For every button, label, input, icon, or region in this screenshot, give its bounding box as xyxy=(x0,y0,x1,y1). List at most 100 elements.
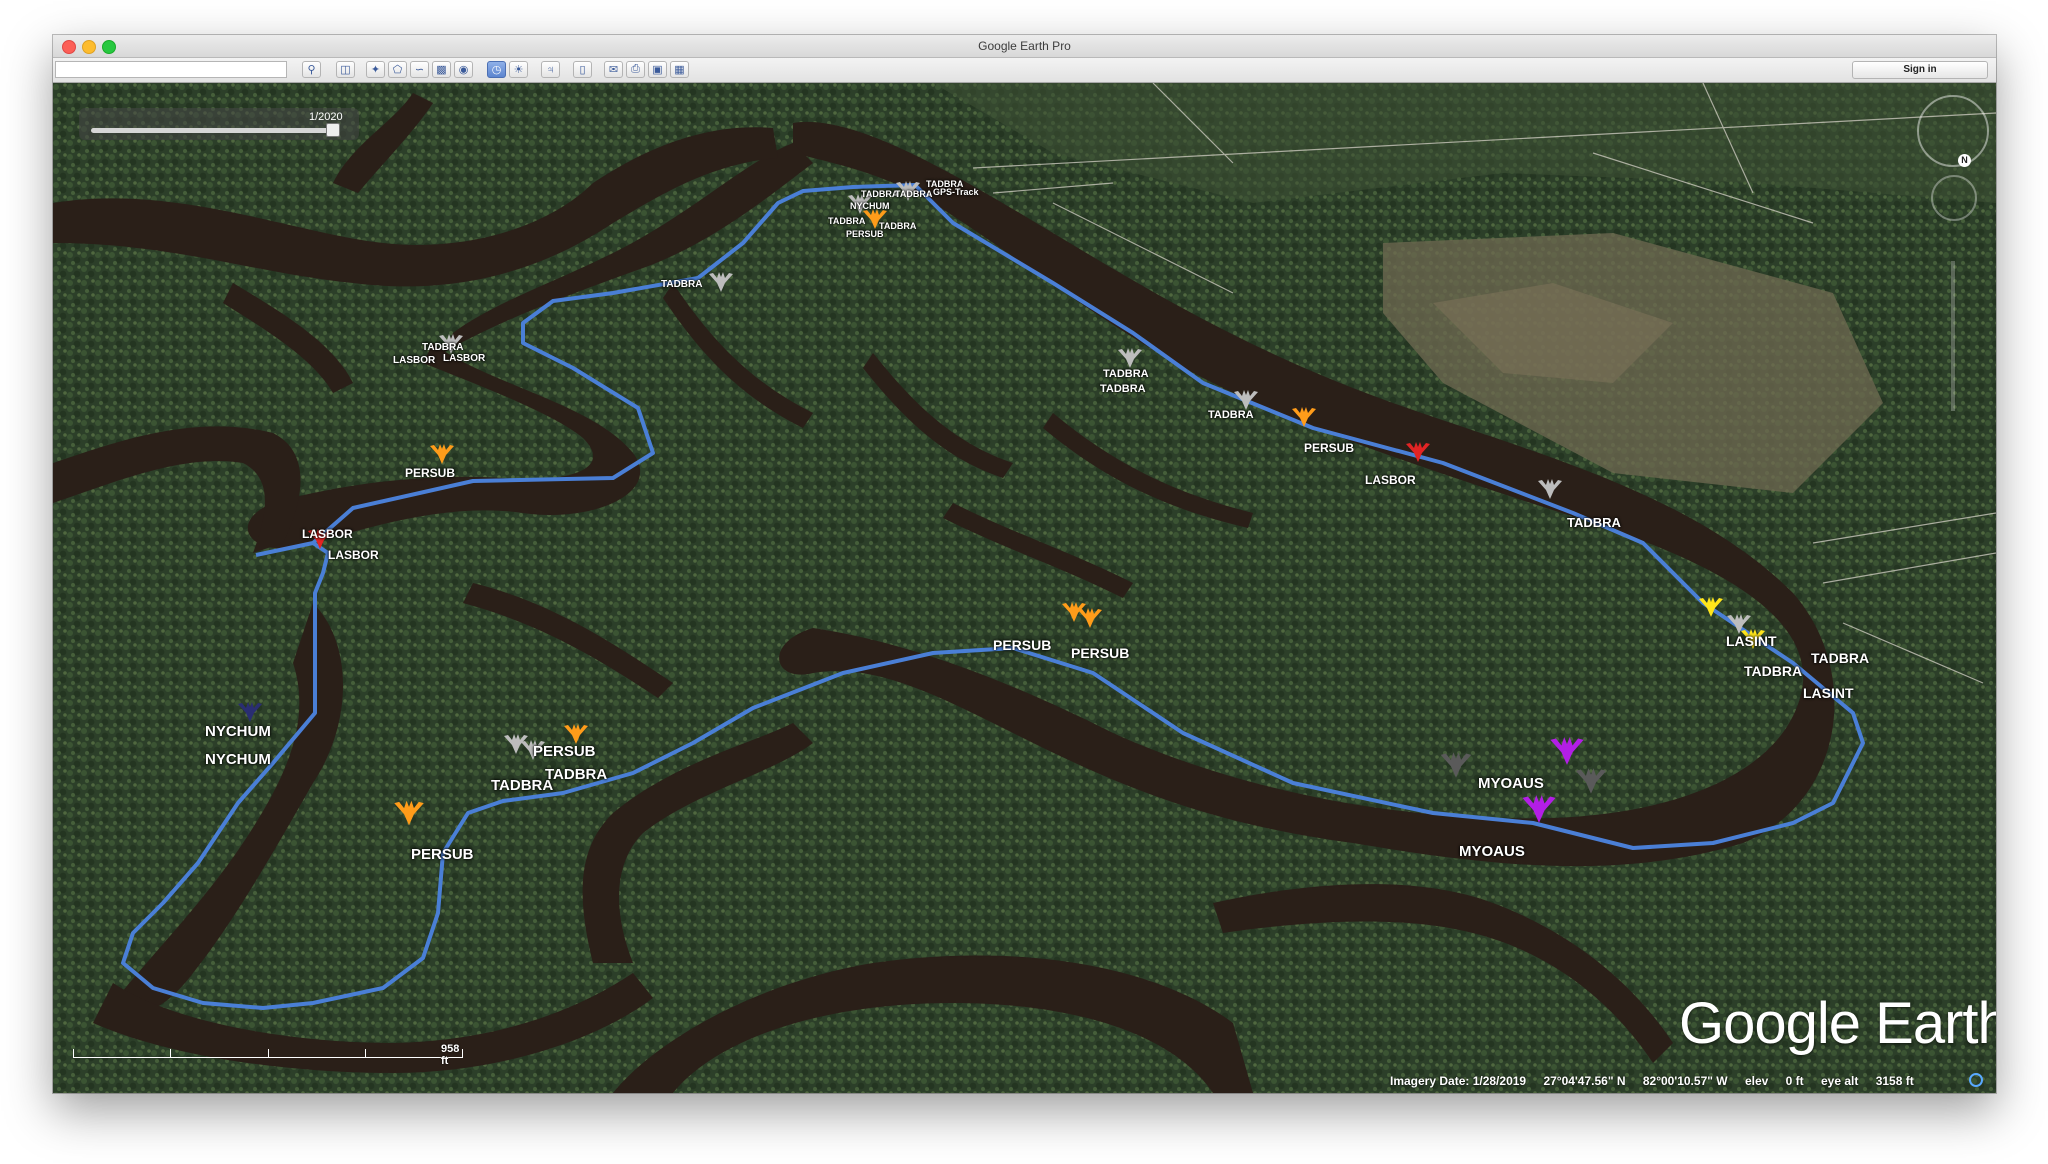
placemark-label: TADBRA xyxy=(1811,650,1870,666)
placemark-label: TADBRA xyxy=(545,766,608,783)
historical-imagery-button[interactable]: ◷ xyxy=(487,61,506,78)
placemark-label: TADBRA xyxy=(895,189,933,199)
placemark-label: PERSUB xyxy=(411,846,474,863)
placemark-label: LASBOR xyxy=(393,355,436,366)
add-path-button[interactable]: ∽ xyxy=(410,61,429,78)
historical-imagery-slider[interactable]: 1/2020 xyxy=(79,108,359,140)
bat-marker-myoaus[interactable] xyxy=(1521,793,1557,825)
bat-marker-persub[interactable] xyxy=(393,799,425,827)
look-joystick[interactable] xyxy=(1931,175,1977,221)
bat-marker-persub[interactable] xyxy=(429,443,455,465)
placemark-label: TADBRA xyxy=(1103,368,1149,380)
elevation-value: 0 ft xyxy=(1785,1074,1804,1088)
bat-marker-persub[interactable] xyxy=(1077,607,1103,629)
bat-marker-tadbra[interactable] xyxy=(1573,767,1609,795)
placemark-label: TADBRA xyxy=(1744,663,1803,679)
time-slider-track[interactable] xyxy=(91,128,339,133)
eye-altitude-value: 3158 ft xyxy=(1875,1074,1914,1088)
add-placemark-button[interactable]: ✦ xyxy=(366,61,385,78)
bat-marker-tadbra[interactable] xyxy=(1233,389,1259,411)
bat-marker-persub[interactable] xyxy=(563,723,589,745)
zoom-slider[interactable] xyxy=(1951,261,1955,411)
placemark-label: MYOAUS xyxy=(1478,775,1544,792)
view-in-maps-button[interactable]: ▦ xyxy=(670,61,689,78)
placemark-label: LASBOR xyxy=(1365,473,1416,487)
add-polygon-button[interactable]: ⬠ xyxy=(388,61,407,78)
placemark-label: TADBRA xyxy=(1567,515,1621,530)
polygon-icon: ⬠ xyxy=(392,64,403,76)
placemark-label: PERSUB xyxy=(993,637,1052,653)
placemark-label: NYCHUM xyxy=(205,723,271,740)
bat-marker-lasbor[interactable] xyxy=(1405,441,1431,463)
navigation-compass[interactable] xyxy=(1917,95,1989,167)
map-view[interactable]: 1/2020 N TADBRA TADBRA TADBRA NYCHUM TAD… xyxy=(53,83,1996,1093)
placemark-label: PERSUB xyxy=(1071,645,1130,661)
path-icon: ∽ xyxy=(414,64,425,76)
sign-in-button[interactable]: Sign in xyxy=(1852,61,1988,79)
scale-tick xyxy=(268,1049,269,1058)
record-tour-button[interactable]: ◉ xyxy=(454,61,473,78)
email-button[interactable]: ✉ xyxy=(604,61,623,78)
save-image-icon: ▣ xyxy=(652,64,663,76)
elevation-label: elev xyxy=(1744,1074,1769,1088)
envelope-icon: ✉ xyxy=(608,64,619,76)
toolbar: ⚲ ◫ ✦ ⬠ ∽ ▩ ◉ ◷ ☀ ♃ ▯ ✉ ⎙ ▣ ▦ Sign in xyxy=(53,58,1996,83)
print-button[interactable]: ⎙ xyxy=(626,61,645,78)
placemark-label: LASBOR xyxy=(328,548,379,562)
placemark-label: NYCHUM xyxy=(850,201,890,211)
sunlight-button[interactable]: ☀ xyxy=(509,61,528,78)
bat-marker-tadbra[interactable] xyxy=(1537,478,1563,500)
bat-marker-tadbra[interactable] xyxy=(1117,347,1143,369)
bat-marker-myoaus[interactable] xyxy=(1549,735,1585,767)
google-earth-window: Google Earth Pro ⚲ ◫ ✦ ⬠ ∽ ▩ ◉ ◷ ☀ ♃ ▯ ✉… xyxy=(53,35,1996,1093)
search-input[interactable] xyxy=(55,61,287,78)
scale-tick xyxy=(365,1049,366,1058)
sidebar-toggle-button[interactable]: ◫ xyxy=(336,61,355,78)
north-up-button[interactable]: N xyxy=(1958,154,1971,167)
window-title: Google Earth Pro xyxy=(978,39,1071,53)
sun-icon: ☀ xyxy=(513,64,524,76)
bat-marker-nychum[interactable] xyxy=(237,701,263,723)
search-button[interactable]: ⚲ xyxy=(302,61,321,78)
placemark-label: LASINT xyxy=(1726,633,1777,649)
planet-icon: ♃ xyxy=(546,63,555,76)
eye-altitude-label: eye alt xyxy=(1820,1074,1859,1088)
placemark-label: PERSUB xyxy=(533,743,596,760)
placemark-label: TADBRA xyxy=(1208,409,1254,421)
ruler-button[interactable]: ▯ xyxy=(573,61,592,78)
save-image-button[interactable]: ▣ xyxy=(648,61,667,78)
bat-marker-tadbra[interactable] xyxy=(1438,751,1474,779)
placemark-label: NYCHUM xyxy=(205,751,271,768)
placemark-label: LASBOR xyxy=(443,353,486,364)
status-bar: Imagery Date: 1/28/2019 27°04'47.56" N 8… xyxy=(1390,1074,1928,1088)
placemark-label: TADBRA xyxy=(879,221,917,231)
time-slider-date: 1/2020 xyxy=(309,111,343,123)
ruler-icon: ▯ xyxy=(579,64,586,76)
placemark-label: TADBRA xyxy=(661,279,703,290)
longitude: 82°00'10.57" W xyxy=(1642,1074,1728,1088)
title-bar: Google Earth Pro xyxy=(53,35,1996,58)
placemark-label: PERSUB xyxy=(1304,441,1355,455)
scale-label: 958 ft xyxy=(441,1043,460,1067)
bat-marker-lasint[interactable] xyxy=(1698,596,1724,618)
placemark-icon: ✦ xyxy=(370,64,381,76)
time-slider-thumb[interactable] xyxy=(326,123,340,137)
scale-tick xyxy=(73,1049,74,1058)
placemark-label: MYOAUS xyxy=(1459,843,1525,860)
google-earth-logo: Google Earth xyxy=(1679,991,1996,1056)
switch-planet-button[interactable]: ♃ xyxy=(541,61,560,78)
add-image-overlay-button[interactable]: ▩ xyxy=(432,61,451,78)
clock-icon: ◷ xyxy=(491,64,502,76)
placemark-label: PERSUB xyxy=(846,229,884,239)
printer-icon: ⎙ xyxy=(631,63,640,75)
placemark-label: TADBRA xyxy=(1100,383,1146,395)
imagery-date: Imagery Date: 1/28/2019 xyxy=(1390,1074,1527,1088)
scale-legend: 958 ft xyxy=(73,1043,463,1067)
sidebar-icon: ◫ xyxy=(340,64,351,76)
placemark-label: TADBRA xyxy=(422,342,464,353)
bat-marker-tadbra[interactable] xyxy=(708,271,734,293)
map-icon: ▦ xyxy=(674,64,685,76)
placemark-label: TADBRA xyxy=(491,777,554,794)
bat-marker-persub[interactable] xyxy=(1291,406,1317,428)
magnifier-icon: ⚲ xyxy=(307,64,316,76)
